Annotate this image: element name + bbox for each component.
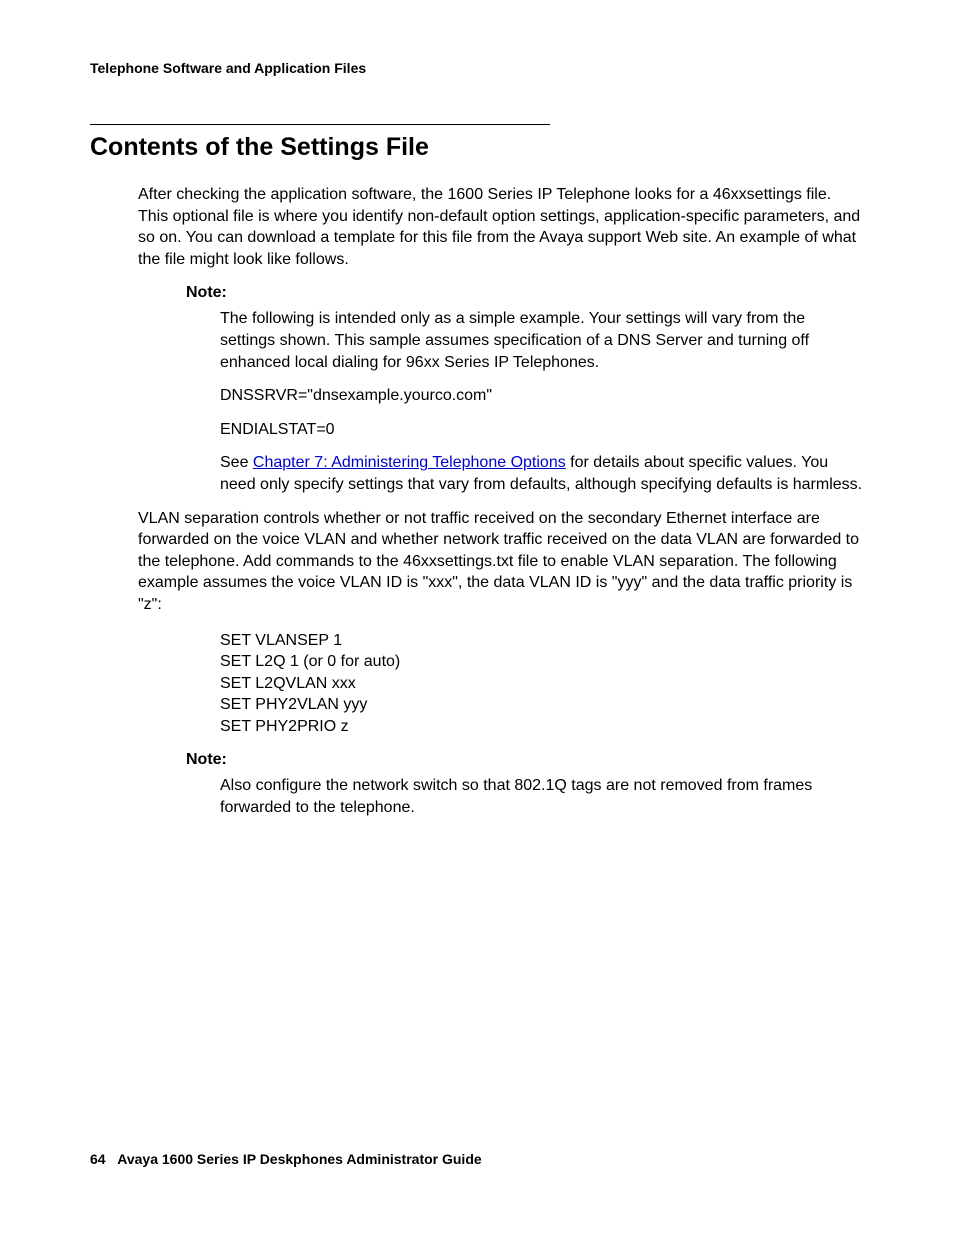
page-footer: 64 Avaya 1600 Series IP Deskphones Admin… <box>90 1151 482 1167</box>
see-prefix: See <box>220 454 253 471</box>
vlan-code-block: SET VLANSEP 1 SET L2Q 1 (or 0 for auto) … <box>220 630 864 738</box>
note-2-body: Also configure the network switch so tha… <box>220 775 864 818</box>
note-2-label: Note: <box>186 751 864 769</box>
vlan-paragraph: VLAN separation controls whether or not … <box>138 508 864 616</box>
intro-paragraph: After checking the application software,… <box>138 184 864 270</box>
note-1-body: The following is intended only as a simp… <box>220 308 864 373</box>
chapter-link[interactable]: Chapter 7: Administering Telephone Optio… <box>253 454 566 471</box>
note-1-label: Note: <box>186 284 864 302</box>
example-line-2: ENDIALSTAT=0 <box>220 419 864 441</box>
section-title: Contents of the Settings File <box>90 133 864 162</box>
page-number: 64 <box>90 1151 106 1167</box>
footer-doc-title: Avaya 1600 Series IP Deskphones Administ… <box>117 1151 481 1167</box>
see-paragraph: See Chapter 7: Administering Telephone O… <box>220 452 864 495</box>
page-content: Telephone Software and Application Files… <box>0 0 954 819</box>
example-line-1: DNSSRVR="dnsexample.yourco.com" <box>220 385 864 407</box>
section-rule <box>90 124 550 125</box>
running-header: Telephone Software and Application Files <box>90 60 864 76</box>
